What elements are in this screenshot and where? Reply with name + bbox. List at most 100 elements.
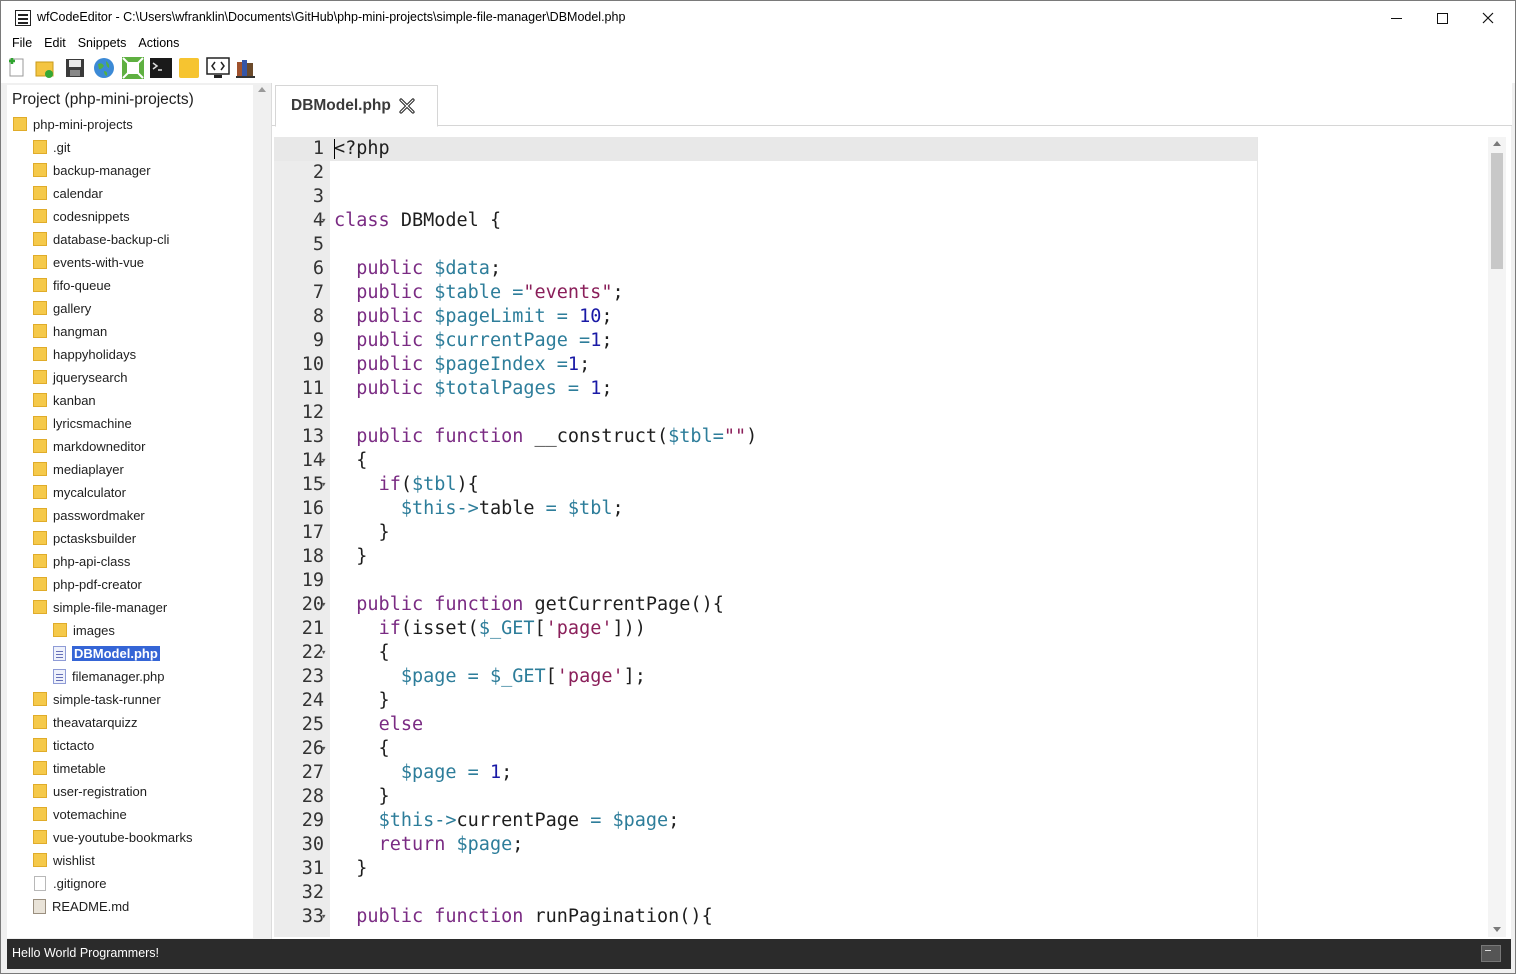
tab-dbmodel[interactable]: DBModel.php: [275, 85, 438, 127]
editor-scrollbar[interactable]: [1488, 137, 1506, 937]
code-line[interactable]: 14 ▾ {: [274, 449, 1488, 473]
fold-arrow-icon[interactable]: ▾: [321, 905, 326, 929]
tree-folder-kanban[interactable]: kanban: [33, 390, 96, 410]
code-line[interactable]: 17 }: [274, 521, 1488, 545]
code-line[interactable]: 25 else: [274, 713, 1488, 737]
tree-file-dbmodel-php[interactable]: DBModel.php: [53, 643, 160, 663]
close-button[interactable]: [1465, 1, 1511, 35]
tree-folder-calendar[interactable]: calendar: [33, 183, 103, 203]
code-line[interactable]: 20 ▾ public function getCurrentPage(){: [274, 593, 1488, 617]
terminal-icon[interactable]: [1481, 945, 1501, 962]
menu-edit[interactable]: Edit: [38, 35, 72, 53]
code-line[interactable]: 2: [274, 161, 1488, 185]
tree-folder-mediaplayer[interactable]: mediaplayer: [33, 459, 124, 479]
code-line[interactable]: 5: [274, 233, 1488, 257]
close-tab-icon[interactable]: [398, 97, 416, 115]
code-line[interactable]: 12: [274, 401, 1488, 425]
tree-folder-pctasksbuilder[interactable]: pctasksbuilder: [33, 528, 136, 548]
tree-folder-wishlist[interactable]: wishlist: [33, 850, 95, 870]
code-line[interactable]: 19: [274, 569, 1488, 593]
code-line[interactable]: 23 $page = $_GET['page'];: [274, 665, 1488, 689]
code-line[interactable]: 3: [274, 185, 1488, 209]
tree-folder-timetable[interactable]: timetable: [33, 758, 106, 778]
fold-arrow-icon[interactable]: ▾: [321, 473, 326, 497]
code-line[interactable]: 15 ▾ if($tbl){: [274, 473, 1488, 497]
scroll-thumb[interactable]: [1491, 153, 1503, 269]
code-line[interactable]: 27 $page = 1;: [274, 761, 1488, 785]
tree-folder-fifo-queue[interactable]: fifo-queue: [33, 275, 111, 295]
menu-actions[interactable]: Actions: [132, 35, 185, 53]
globe-icon[interactable]: [92, 56, 116, 80]
tree-folder-happyholidays[interactable]: happyholidays: [33, 344, 136, 364]
note-icon[interactable]: [177, 56, 201, 80]
save-icon[interactable]: [63, 56, 87, 80]
tree-folder-php-api-class[interactable]: php-api-class: [33, 551, 130, 571]
code-line[interactable]: 8 public $pageLimit = 10;: [274, 305, 1488, 329]
tree-root[interactable]: php-mini-projects: [13, 114, 133, 134]
sidebar-scrollbar[interactable]: [255, 85, 269, 938]
code-line[interactable]: 7 public $table ="events";: [274, 281, 1488, 305]
tree-file-filemanager-php[interactable]: filemanager.php: [53, 666, 165, 686]
tree-folder-database-backup-cli[interactable]: database-backup-cli: [33, 229, 169, 249]
tree-folder-images[interactable]: images: [53, 620, 115, 640]
tree-folder-git[interactable]: .git: [33, 137, 70, 157]
fold-arrow-icon[interactable]: ▾: [321, 209, 326, 233]
tree-file-readme-md[interactable]: README.md: [33, 896, 129, 916]
tree-folder-votemachine[interactable]: votemachine: [33, 804, 127, 824]
minimize-button[interactable]: [1373, 1, 1419, 35]
terminal-icon[interactable]: [149, 56, 173, 80]
code-editor[interactable]: 1 <?php 2 3 4 ▾ class DBModel {5 6 public $data…: [274, 137, 1488, 937]
new-folder-icon[interactable]: [33, 56, 57, 80]
scroll-down-arrow-icon[interactable]: [1493, 927, 1501, 932]
code-line[interactable]: 22 ▾ {: [274, 641, 1488, 665]
code-line[interactable]: 33 ▾ public function runPagination(){: [274, 905, 1488, 929]
tree-folder-theavatarquizz[interactable]: theavatarquizz: [33, 712, 138, 732]
code-line[interactable]: 30 return $page;: [274, 833, 1488, 857]
code-line[interactable]: 24 }: [274, 689, 1488, 713]
code-line[interactable]: 6 public $data;: [274, 257, 1488, 281]
tree-file-gitignore[interactable]: .gitignore: [33, 873, 106, 893]
code-line[interactable]: 26 ▾ {: [274, 737, 1488, 761]
code-line[interactable]: 1 <?php: [274, 137, 1488, 161]
code-line[interactable]: 16 $this->table = $tbl;: [274, 497, 1488, 521]
fold-arrow-icon[interactable]: ▾: [321, 737, 326, 761]
tree-folder-jquerysearch[interactable]: jquerysearch: [33, 367, 127, 387]
code-line[interactable]: 21 if(isset($_GET['page'])): [274, 617, 1488, 641]
code-view-icon[interactable]: [206, 56, 230, 80]
menu-snippets[interactable]: Snippets: [72, 35, 133, 53]
tree-folder-lyricsmachine[interactable]: lyricsmachine: [33, 413, 132, 433]
code-line[interactable]: 11 public $totalPages = 1;: [274, 377, 1488, 401]
tree-folder-simple-file-manager[interactable]: simple-file-manager: [33, 597, 167, 617]
scroll-up-arrow-icon[interactable]: [1493, 141, 1501, 146]
tree-folder-hangman[interactable]: hangman: [33, 321, 107, 341]
code-line[interactable]: 29 $this->currentPage = $page;: [274, 809, 1488, 833]
code-line[interactable]: 10 public $pageIndex =1;: [274, 353, 1488, 377]
code-line[interactable]: 9 public $currentPage =1;: [274, 329, 1488, 353]
tree-folder-passwordmaker[interactable]: passwordmaker: [33, 505, 145, 525]
tree-folder-simple-task-runner[interactable]: simple-task-runner: [33, 689, 161, 709]
tree-folder-php-pdf-creator[interactable]: php-pdf-creator: [33, 574, 142, 594]
books-icon[interactable]: [234, 56, 258, 80]
code-line[interactable]: 28 }: [274, 785, 1488, 809]
code-line[interactable]: 13 public function __construct($tbl=""): [274, 425, 1488, 449]
fold-arrow-icon[interactable]: ▾: [321, 641, 326, 665]
tree-folder-tictacto[interactable]: tictacto: [33, 735, 94, 755]
code-line[interactable]: 32: [274, 881, 1488, 905]
fold-arrow-icon[interactable]: ▾: [321, 593, 326, 617]
tree-folder-vue-youtube-bookmarks[interactable]: vue-youtube-bookmarks: [33, 827, 192, 847]
tree-folder-markdowneditor[interactable]: markdowneditor: [33, 436, 146, 456]
tree-folder-codesnippets[interactable]: codesnippets: [33, 206, 130, 226]
scroll-up-arrow-icon[interactable]: [258, 87, 266, 92]
code-line[interactable]: 18 }: [274, 545, 1488, 569]
menu-file[interactable]: File: [1, 35, 38, 53]
fold-arrow-icon[interactable]: ▾: [321, 449, 326, 473]
tree-folder-events-with-vue[interactable]: events-with-vue: [33, 252, 144, 272]
tree-folder-gallery[interactable]: gallery: [33, 298, 91, 318]
code-line[interactable]: 31 }: [274, 857, 1488, 881]
code-line[interactable]: 4 ▾ class DBModel {: [274, 209, 1488, 233]
maximize-button[interactable]: [1419, 1, 1465, 35]
new-file-icon[interactable]: [6, 56, 30, 80]
tree-folder-user-registration[interactable]: user-registration: [33, 781, 147, 801]
expand-icon[interactable]: [121, 56, 145, 80]
tree-folder-mycalculator[interactable]: mycalculator: [33, 482, 126, 502]
